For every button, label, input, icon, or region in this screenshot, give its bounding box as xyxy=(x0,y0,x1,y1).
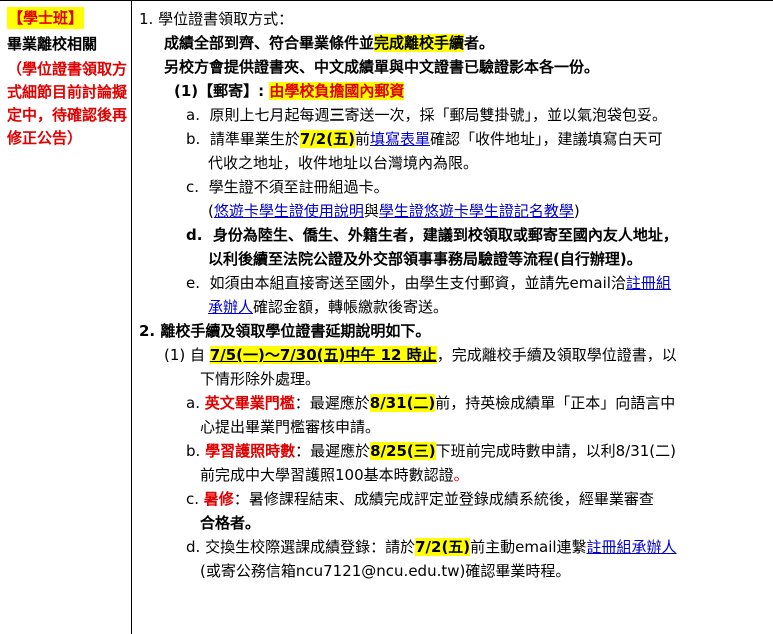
s2-item-d-line-2: (或寄公務信箱ncu7121@ncu.edu.tw)確認畢業時程。 xyxy=(200,562,571,580)
section-2-title: 2. 離校手續及領取學位證書延期說明如下。 xyxy=(139,322,431,340)
mail-postage-note: 由學校負擔國內郵資 xyxy=(269,82,405,100)
registry-contact-link[interactable]: 註冊組承辦人 xyxy=(587,538,677,556)
s2-item-d: d. 交換生校際選課成績登錄：請於7/2(五)前主動email連繫註冊組承辦人 xyxy=(186,538,677,556)
date-highlight: 8/25(三) xyxy=(370,442,436,460)
date-highlight: 8/31(二) xyxy=(369,394,436,412)
contact-person-link[interactable]: 承辦人 xyxy=(208,298,253,316)
s1-item-d: d. 身份為陸生、僑生、外籍生者，建議到校領取或郵寄至國內友人地址， xyxy=(186,226,678,244)
s1-item-e-line-2: 承辦人確認金額，轉帳繳款後寄送。 xyxy=(208,298,449,316)
s1-item-b-line-2: 代收之地址，收件地址以台灣境內為限。 xyxy=(208,154,479,172)
content-cell: 1. 學位證書領取方式： 成績全部到齊、符合畢業條件並完成離校手續者。 另校方會… xyxy=(133,1,773,634)
date-highlight: 7/2(五) xyxy=(299,130,355,148)
pending-note: （學位證書領取方式細節目前討論擬定中，待確認後再修正公告） xyxy=(7,60,128,147)
s1-item-a: a. 原則上七月起每週三寄送一次，採「郵局雙掛號」，並以氣泡袋包妥。 xyxy=(186,106,668,124)
s1-intro-line-2: 另校方會提供證書夾、中文成績單與中文證書已驗證影本各一份。 xyxy=(164,58,600,76)
highlight-complete-procedures: 完成離校手續 xyxy=(374,34,465,52)
easycard-register-link[interactable]: 學生證悠遊卡學生證記名教學 xyxy=(379,202,574,220)
notice-table: 【學士班】 畢業離校相關 （學位證書領取方式細節目前討論擬定中，待確認後再修正公… xyxy=(0,0,773,634)
mail-heading: (1)【郵寄】: 由學校負擔國內郵資 xyxy=(174,82,405,100)
s2-item-a: a. 英文畢業門檻：最遲應於8/31(二)前，持英檢成績單「正本」向語言中 xyxy=(186,394,676,412)
s2-item-a-line-2: 心提出畢業門檻審核申請。 xyxy=(200,418,381,436)
s2-para-1: (1) 自 7/5(一)～7/30(五)中午 12 時止，完成離校手續及領取學位… xyxy=(164,346,677,364)
s1-item-d-line-2: 以利後續至法院公證及外交部領事事務局驗證等流程(自行辦理)。 xyxy=(208,250,642,268)
s1-item-c: c. 學生證不須至註冊組過卡。 xyxy=(186,178,389,196)
s1-item-e: e. 如須由本組直接寄送至國外，由學生支付郵資，並請先email洽註冊組 xyxy=(186,274,671,292)
section-1-title: 1. 學位證書領取方式： xyxy=(139,10,294,28)
s2-para-1-line-2: 下情形除外處理。 xyxy=(200,370,321,388)
category-cell: 【學士班】 畢業離校相關 （學位證書領取方式細節目前討論擬定中，待確認後再修正公… xyxy=(0,1,132,634)
registry-office-link[interactable]: 註冊組 xyxy=(626,274,671,292)
category-title: 畢業離校相關 xyxy=(7,35,98,53)
s1-item-b: b. 請準畢業生於7/2(五)前填寫表單確認「收件地址」，建議填寫白天可 xyxy=(186,130,663,148)
program-tag: 【學士班】 xyxy=(7,7,85,29)
s2-item-c-line-2: 合格者。 xyxy=(200,514,261,532)
easycard-guide-link[interactable]: 悠遊卡學生證使用說明 xyxy=(214,202,364,220)
s2-item-b-line-2: 前完成中大學習護照100基本時數認證。 xyxy=(200,466,469,484)
s1-item-c-links: (悠遊卡學生證使用說明與學生證悠遊卡學生證記名教學) xyxy=(208,202,580,220)
s2-item-c: c. 暑修：暑修課程結束、成績完成評定並登錄成績系統後，經畢業審查 xyxy=(186,490,654,508)
date-highlight: 7/2(五) xyxy=(415,538,471,556)
s1-intro-line-1: 成績全部到齊、符合畢業條件並完成離校手續者。 xyxy=(164,34,495,52)
fill-form-link[interactable]: 填寫表單 xyxy=(370,130,430,148)
s2-item-b: b. 學習護照時數：最遲應於8/25(三)下班前完成時數申請，以利8/31(二) xyxy=(186,442,677,460)
period-highlight: 7/5(一)～7/30(五)中午 12 時止 xyxy=(209,346,437,364)
